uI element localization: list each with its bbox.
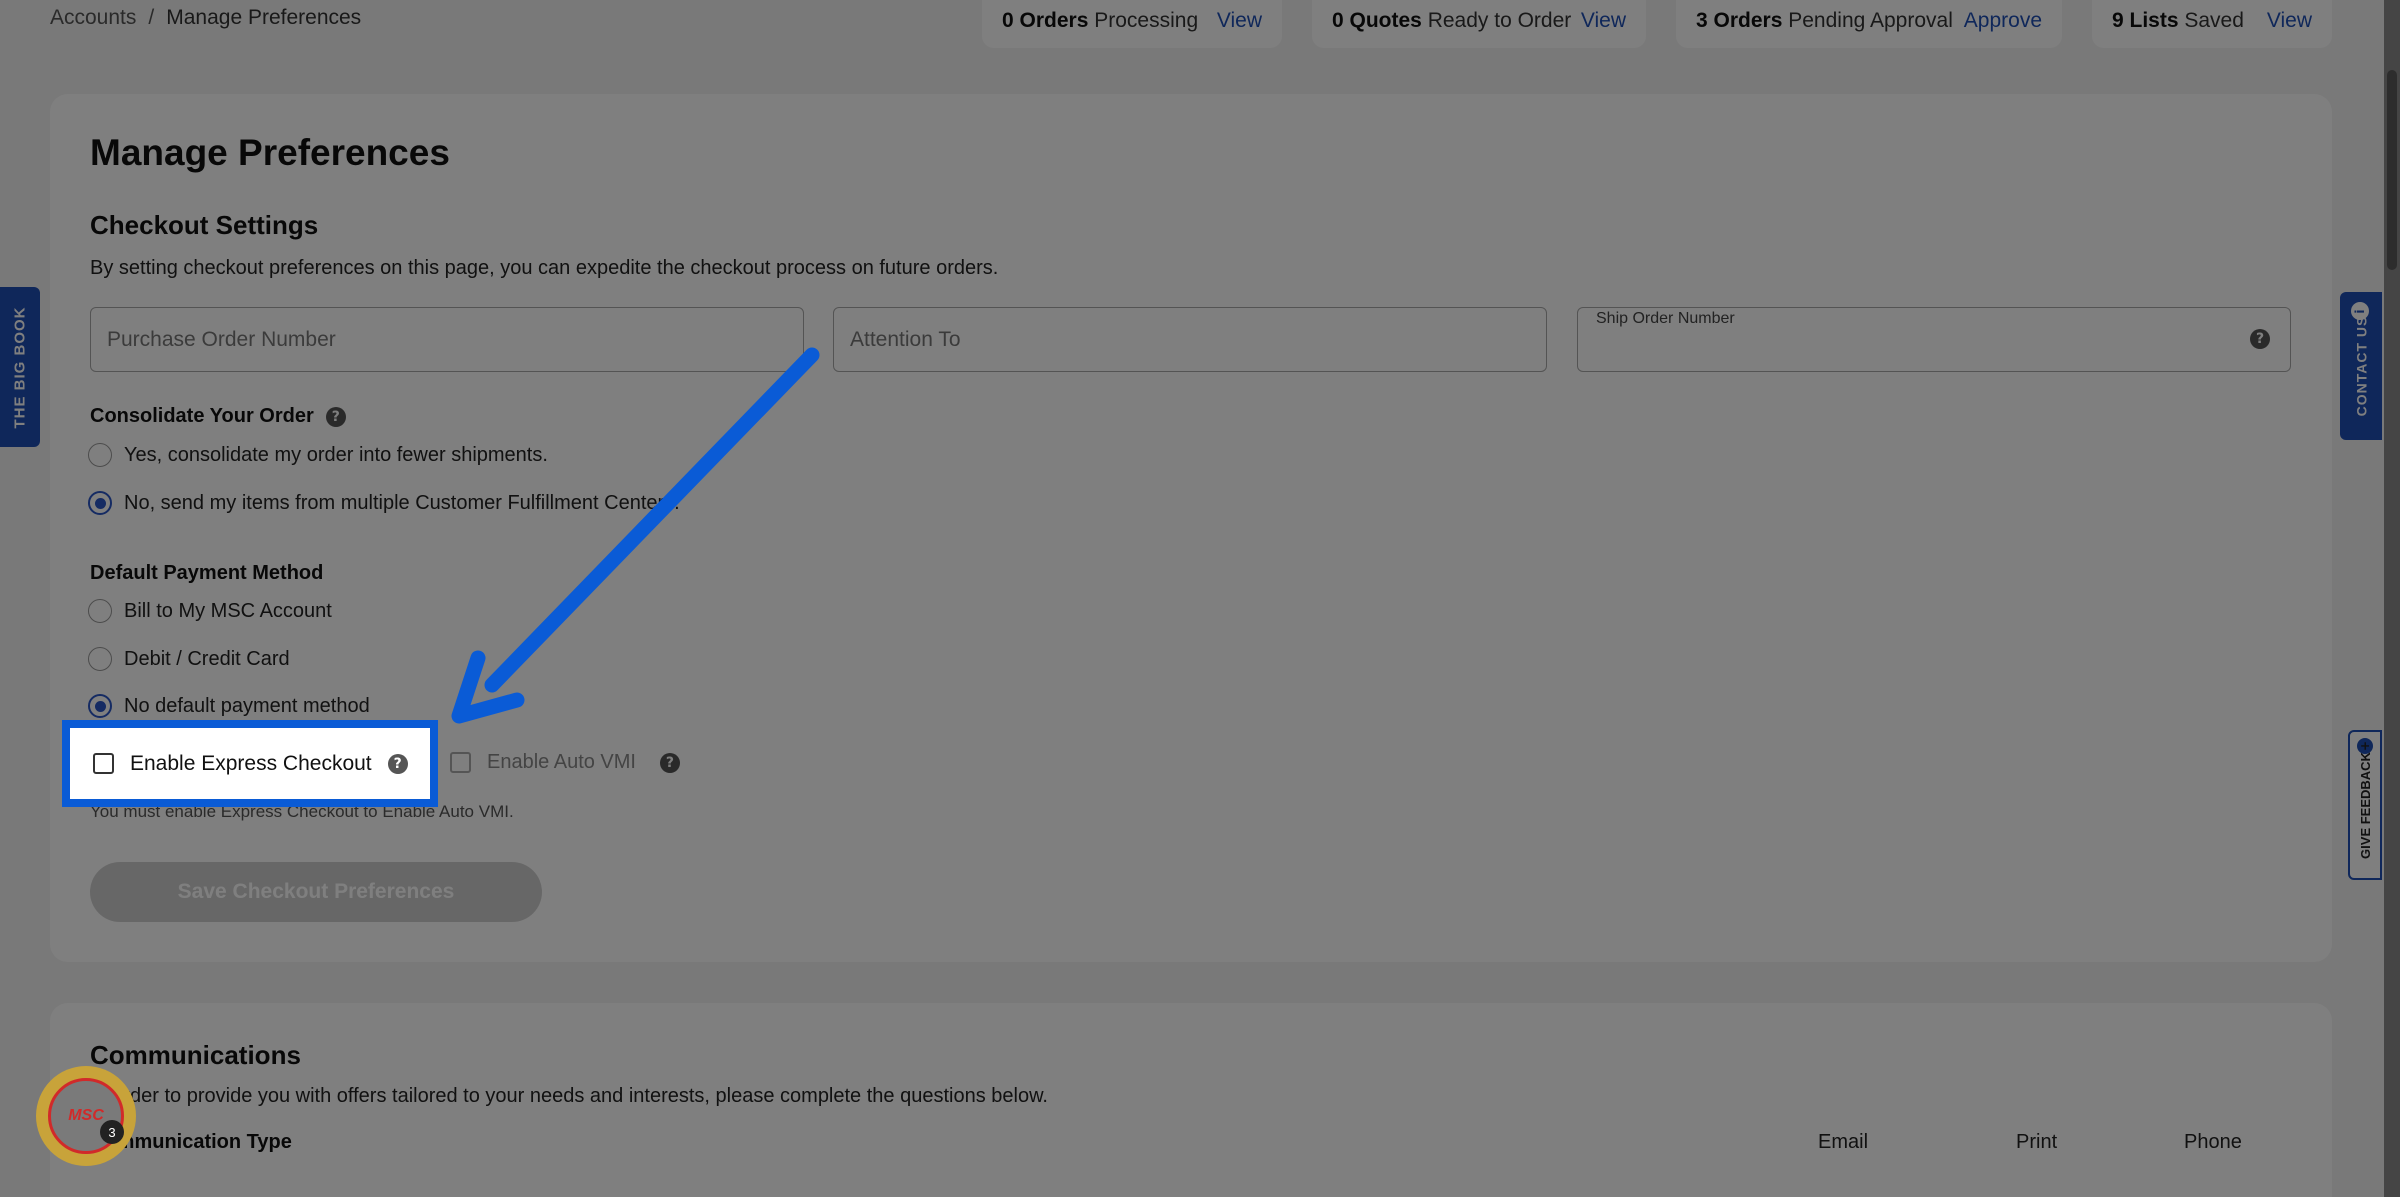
notification-count: 3 xyxy=(100,1120,124,1144)
pointer-arrow-icon xyxy=(451,347,820,724)
msc-chat-badge[interactable]: MSC xyxy=(36,1066,136,1166)
